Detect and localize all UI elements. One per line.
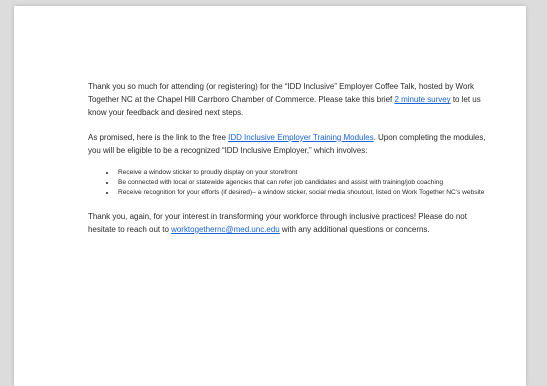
survey-link[interactable]: 2 minute survey: [394, 95, 450, 104]
email-viewer: Thank you so much for attending (or regi…: [0, 0, 547, 386]
benefit-item: Be connected with local or statewide age…: [116, 178, 488, 187]
training-text: As promised, here is the link to the fre…: [88, 132, 229, 142]
benefits-list: Receive a window sticker to proudly disp…: [88, 168, 488, 198]
training-modules-link[interactable]: IDD Inclusive Employer Training Modules: [228, 133, 374, 142]
benefit-item: Receive recognition for your efforts (if…: [116, 188, 488, 197]
intro-paragraph: Thank you so much for attending (or regi…: [88, 80, 488, 120]
benefit-item: Receive a window sticker to proudly disp…: [116, 168, 488, 177]
closing-text-end: with any additional questions or concern…: [279, 224, 430, 234]
email-card: Thank you so much for attending (or regi…: [14, 6, 526, 386]
closing-paragraph: Thank you, again, for your interest in t…: [88, 210, 488, 236]
email-body: Thank you so much for attending (or regi…: [88, 80, 488, 247]
training-paragraph: As promised, here is the link to the fre…: [88, 131, 488, 157]
email-address-link[interactable]: worktogethernc@med.unc.edu: [171, 225, 280, 234]
